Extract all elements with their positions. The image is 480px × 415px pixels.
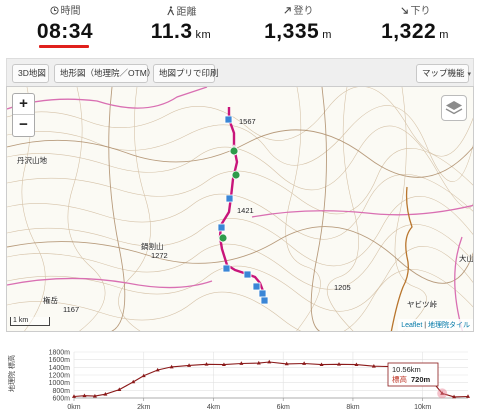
elevation-tooltip: 10.56km 標高 720m: [387, 362, 439, 387]
stat-time-value: 08:34: [36, 20, 94, 43]
3d-map-button[interactable]: 3D地図: [12, 64, 49, 83]
active-stat-underline: [39, 45, 89, 48]
x-tick-label: 8km: [346, 404, 359, 411]
map-label: 鍋割山: [141, 242, 164, 251]
y-tick-label: 600m: [52, 396, 70, 403]
x-tick-label: 0km: [67, 404, 80, 411]
layers-icon: [445, 101, 463, 115]
y-tick-label: 1200m: [49, 373, 71, 380]
x-tick-label: 4km: [207, 404, 220, 411]
gsi-tiles-link[interactable]: 地理院タイル: [428, 322, 470, 329]
stat-descent-value: 1,322: [381, 20, 437, 43]
layers-button[interactable]: [441, 95, 467, 121]
y-tick-label: 1000m: [49, 380, 71, 387]
y-axis-ticks: 1800m1600m1400m1200m1000m800m600m: [49, 350, 71, 403]
y-tick-label: 1800m: [49, 350, 71, 357]
stat-distance-value: 11.3: [150, 20, 193, 43]
arrow-down-right-icon: [400, 7, 408, 14]
y-axis-title: 地理院 標高: [7, 355, 16, 392]
map-view[interactable]: 1567 1421 1272 1167 1205 ヤビツ峠 大山 権岳 鍋割山 …: [6, 86, 474, 332]
tooltip-value: 720m: [411, 375, 431, 384]
map-label: 権岳: [43, 296, 58, 305]
map-label: 1272: [151, 251, 168, 260]
stat-ascent-value: 1,335: [264, 20, 320, 43]
stat-distance-label: 距離: [176, 7, 197, 18]
map-label: 1205: [334, 283, 351, 292]
topo-map-button[interactable]: 地形図（地理院／OTM）: [54, 64, 155, 83]
map-attribution: Leaflet | 地理院タイル: [398, 319, 473, 331]
clock-icon: [49, 6, 59, 15]
map-toolbar: 3D地図 地形図（地理院／OTM） 地図プリで印刷 マップ機能 ▾: [6, 58, 474, 86]
y-tick-label: 800m: [52, 388, 70, 395]
map-scale: 1 km: [10, 317, 50, 326]
hiker-icon: [166, 6, 174, 16]
map-label: ヤビツ峠: [407, 300, 437, 309]
elevation-point: [267, 359, 272, 364]
map-features-dropdown[interactable]: マップ機能 ▾: [416, 64, 472, 83]
stat-ascent-label: 登り: [293, 6, 314, 17]
zoom-out-button[interactable]: −: [13, 115, 34, 136]
stat-distance-unit: km: [195, 29, 212, 41]
map-label: 大山: [459, 254, 474, 263]
stat-descent-unit: m: [439, 29, 449, 41]
map-label: 1567: [239, 117, 256, 126]
y-tick-label: 1600m: [49, 357, 71, 364]
elevation-profile-chart[interactable]: 1800m1600m1400m1200m1000m800m600m 0km 2km…: [6, 340, 474, 415]
stat-ascent-unit: m: [322, 29, 332, 41]
stat-descent: 下り 1,322 m: [355, 6, 475, 44]
stats-header: 時間 08:34 距離 11.3 km 登り 1,335 m 下り 1,322 m: [0, 0, 480, 56]
tooltip-distance: 10.56km: [392, 365, 421, 374]
stat-distance: 距離 11.3 km: [121, 6, 241, 44]
map-label: 1421: [237, 206, 254, 215]
tooltip-label: 標高: [392, 374, 407, 384]
zoom-control: + −: [12, 93, 35, 137]
map-label: 1167: [63, 305, 80, 314]
x-tick-label: 6km: [277, 404, 290, 411]
x-tick-label: 10km: [414, 404, 431, 411]
x-tick-label: 2km: [137, 404, 150, 411]
caret-down-icon: ▾: [467, 71, 472, 78]
arrow-up-right-icon: [283, 7, 291, 14]
y-tick-label: 1400m: [49, 365, 71, 372]
x-axis-ticks: 0km 2km 4km 6km 8km 10km: [67, 404, 431, 411]
leaflet-link[interactable]: Leaflet: [401, 322, 422, 329]
stat-descent-label: 下り: [410, 6, 431, 17]
map-features-label: マップ機能: [422, 68, 465, 78]
print-map-button[interactable]: 地図プリで印刷: [153, 64, 219, 83]
stat-time-label: 時間: [60, 6, 81, 17]
stat-time: 時間 08:34: [5, 6, 125, 44]
highlight-point: [437, 388, 448, 399]
zoom-in-button[interactable]: +: [13, 94, 34, 115]
stat-ascent: 登り 1,335 m: [238, 6, 358, 44]
map-label: 丹沢山地: [17, 156, 47, 165]
